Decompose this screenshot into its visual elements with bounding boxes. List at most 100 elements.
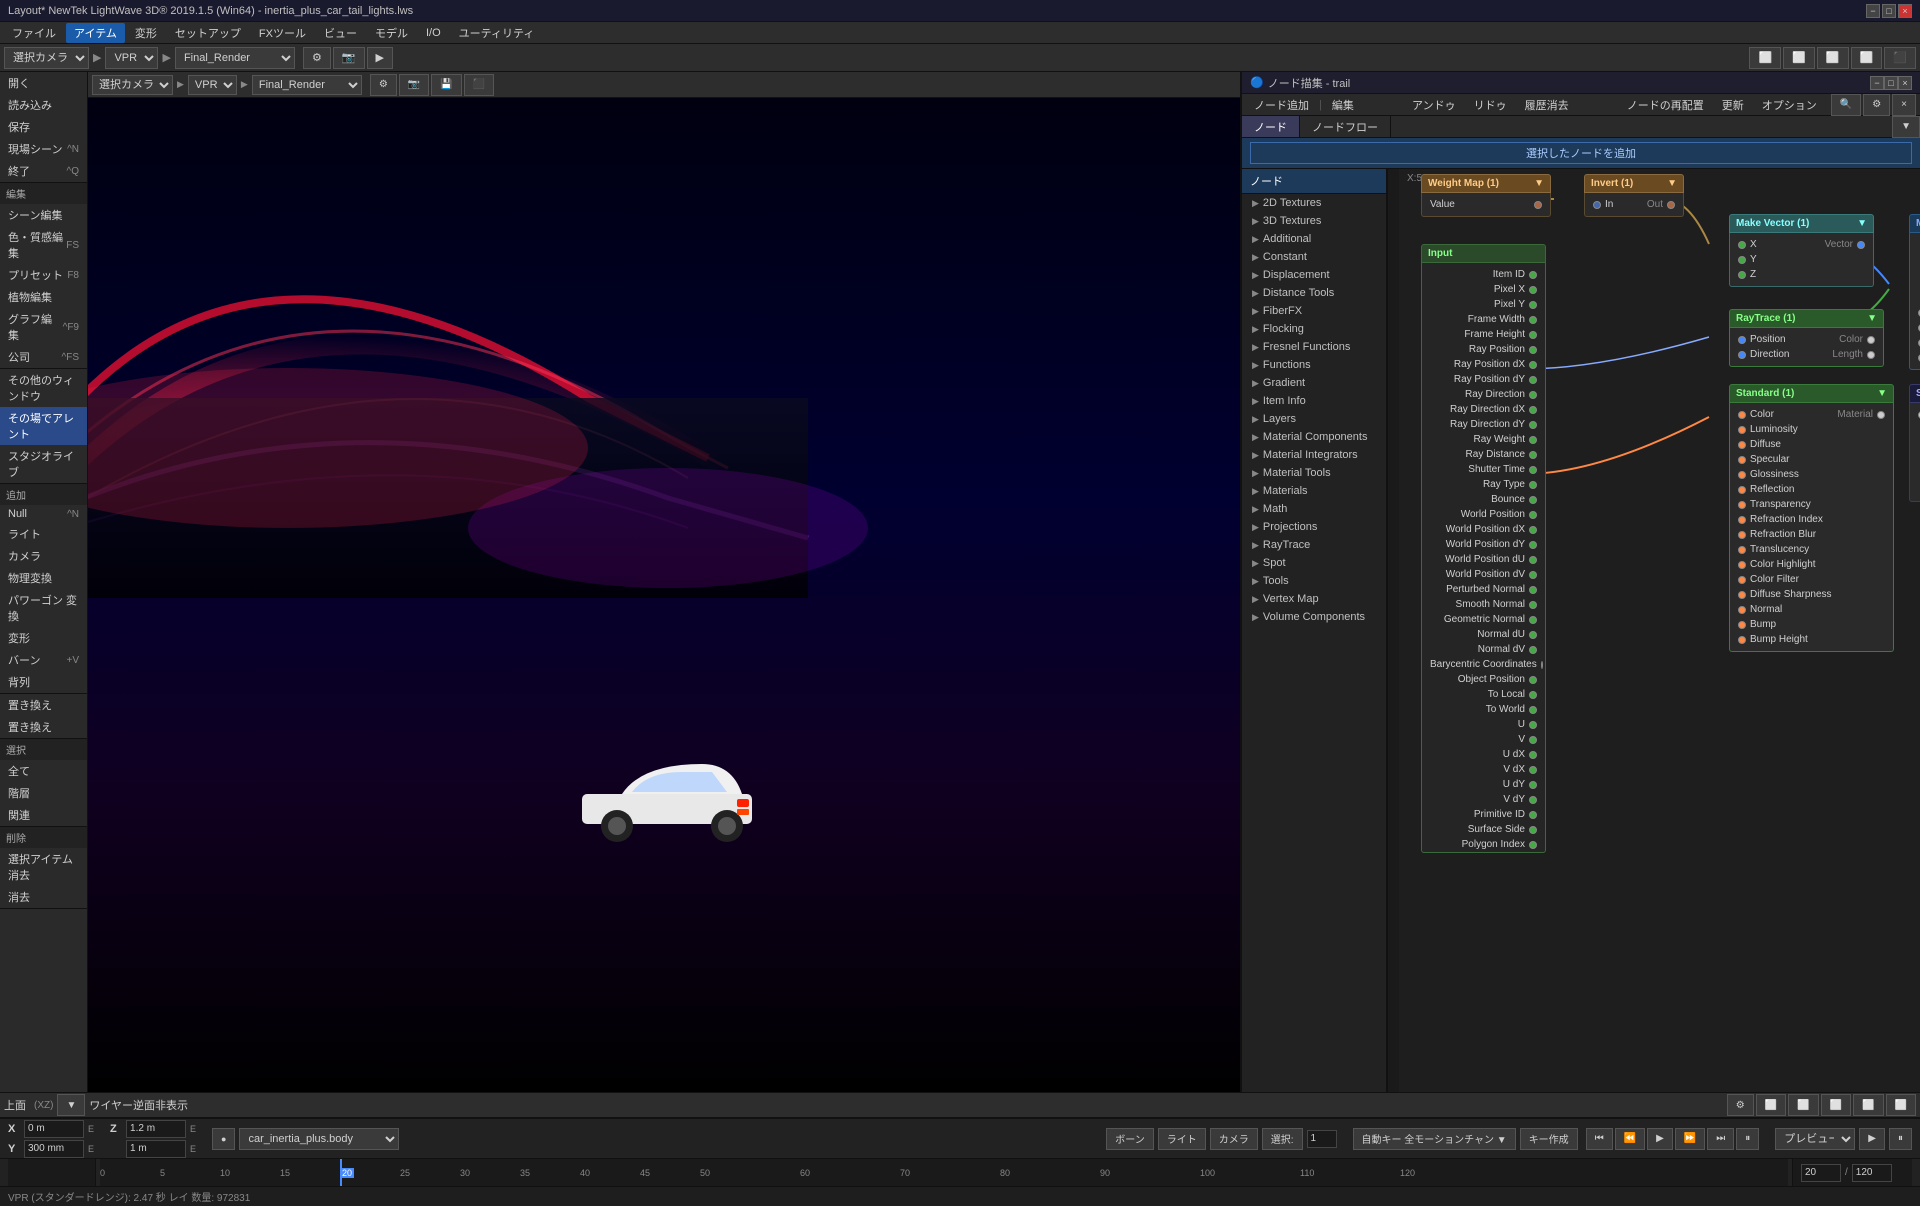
invert-in-port[interactable] <box>1593 201 1601 209</box>
node-cat-2dtex[interactable]: ▶2D Textures <box>1242 194 1386 212</box>
menu-file[interactable]: ファイル <box>4 23 64 43</box>
preview-play-btn[interactable]: ▶ <box>1859 1128 1885 1150</box>
key-create-btn[interactable]: キー作成 <box>1520 1128 1578 1150</box>
frame-input[interactable] <box>1801 1164 1841 1182</box>
upper-wireframe-btn[interactable]: ▼ <box>57 1094 85 1116</box>
upper-tb2[interactable]: ⬜ <box>1756 1094 1786 1116</box>
node-cat-gradient[interactable]: ▶Gradient <box>1242 374 1386 392</box>
standard-spec-in[interactable] <box>1738 456 1746 464</box>
node-cat-additional[interactable]: ▶Additional <box>1242 230 1386 248</box>
sidebar-column[interactable]: 背列 <box>0 671 87 693</box>
node-cat-matcomp[interactable]: ▶Material Components <box>1242 428 1386 446</box>
node-menu-clear-history[interactable]: 履歴消去 <box>1517 95 1577 115</box>
surface-node[interactable]: Surface ▼ Material Material Normal <box>1909 384 1920 502</box>
standard-gloss-in[interactable] <box>1738 471 1746 479</box>
standard-cfilt-in[interactable] <box>1738 576 1746 584</box>
sidebar-open[interactable]: 開く <box>0 72 87 94</box>
camera-select[interactable]: 選択カメラ <box>4 47 89 69</box>
node-menu-edit[interactable]: 編集 <box>1324 95 1362 115</box>
make-vector-y-port[interactable] <box>1738 256 1746 264</box>
node-cat-layers[interactable]: ▶Layers <box>1242 410 1386 428</box>
viewport-camera-select[interactable]: 選択カメラ <box>92 75 173 95</box>
standard-diff-in[interactable] <box>1738 441 1746 449</box>
node-cat-mattools[interactable]: ▶Material Tools <box>1242 464 1386 482</box>
sidebar-camera[interactable]: カメラ <box>0 545 87 567</box>
node-tab-expand[interactable]: ▼ <box>1892 116 1920 138</box>
standard-lum-in[interactable] <box>1738 426 1746 434</box>
select-btn[interactable]: 選択: <box>1262 1128 1303 1150</box>
sidebar-light[interactable]: ライト <box>0 523 87 545</box>
raytrace-color-out[interactable] <box>1867 336 1875 344</box>
preview-pause-btn[interactable]: ⏸ <box>1889 1128 1912 1150</box>
node-menu-refresh[interactable]: 更新 <box>1714 95 1752 115</box>
upper-tb6[interactable]: ⬜ <box>1886 1094 1916 1116</box>
upper-tb3[interactable]: ⬜ <box>1788 1094 1818 1116</box>
standard-refidx-in[interactable] <box>1738 516 1746 524</box>
vp-save-btn[interactable]: 💾 <box>431 74 461 96</box>
node-cat-tools[interactable]: ▶Tools <box>1242 572 1386 590</box>
surface-header[interactable]: Surface ▼ <box>1909 384 1920 403</box>
viewport-render-select[interactable]: Final_Render <box>252 75 362 95</box>
render-camera-btn[interactable]: 📷 <box>333 47 365 69</box>
node-cat-constant[interactable]: ▶Constant <box>1242 248 1386 266</box>
make-vector-node[interactable]: Make Vector (1) ▼ X Vector Y <box>1729 214 1874 287</box>
viewport-vpr-select[interactable]: VPR <box>188 75 237 95</box>
make-vector-vector-port[interactable] <box>1857 241 1865 249</box>
node-canvas[interactable]: X:52 Y:103 Zoom:100% <box>1399 169 1920 1092</box>
axis-z-input[interactable] <box>126 1120 186 1138</box>
play-loop-btn[interactable]: ⏸ <box>1736 1128 1759 1150</box>
mixer-header[interactable]: Mixer (1) ▼ <box>1909 214 1920 233</box>
vpr-select[interactable]: VPR <box>105 47 158 69</box>
node-editor-close[interactable]: × <box>1898 76 1912 90</box>
standard-norm-in[interactable] <box>1738 606 1746 614</box>
sidebar-color-edit[interactable]: 色・質感編集FS <box>0 226 87 264</box>
sidebar-delete-selected[interactable]: 選択アイテム消去 <box>0 848 87 886</box>
node-cat-fresnel[interactable]: ▶Fresnel Functions <box>1242 338 1386 356</box>
node-cat-volcomp[interactable]: ▶Volume Components <box>1242 608 1386 626</box>
node-editor-maximize[interactable]: □ <box>1884 76 1898 90</box>
sidebar-deform[interactable]: 変形 <box>0 627 87 649</box>
sidebar-agent-item[interactable]: その場でアレント <box>0 407 87 445</box>
node-cat-functions[interactable]: ▶Functions <box>1242 356 1386 374</box>
sidebar-scene-edit[interactable]: シーン編集 <box>0 204 87 226</box>
standard-bump-in[interactable] <box>1738 621 1746 629</box>
upper-tb5[interactable]: ⬜ <box>1853 1094 1883 1116</box>
invert-node[interactable]: Invert (1) ▼ In Out <box>1584 174 1684 217</box>
standard-header[interactable]: Standard (1) ▼ <box>1729 384 1894 403</box>
standard-transp-in[interactable] <box>1738 501 1746 509</box>
tb-btn2[interactable]: ⬜ <box>1783 47 1815 69</box>
sidebar-save[interactable]: 保存 <box>0 116 87 138</box>
standard-refblur-in[interactable] <box>1738 531 1746 539</box>
make-vector-header[interactable]: Make Vector (1) ▼ <box>1729 214 1874 233</box>
item-anim-btn[interactable]: ● <box>212 1128 235 1150</box>
light-btn[interactable]: ライト <box>1158 1128 1206 1150</box>
tb-btn1[interactable]: ⬜ <box>1749 47 1781 69</box>
play-next-btn[interactable]: ⏩ <box>1675 1128 1705 1150</box>
preview-select[interactable]: プレビュー <box>1775 1128 1855 1150</box>
node-cat-distance[interactable]: ▶Distance Tools <box>1242 284 1386 302</box>
sidebar-studio-live[interactable]: スタジオライブ <box>0 445 87 483</box>
standard-node[interactable]: Standard (1) ▼ Color Material Luminosity <box>1729 384 1894 652</box>
sidebar-company[interactable]: 公司^FS <box>0 346 87 368</box>
tab-node[interactable]: ノード <box>1242 116 1300 137</box>
tb-btn3[interactable]: ⬜ <box>1817 47 1849 69</box>
standard-refl-in[interactable] <box>1738 486 1746 494</box>
sidebar-powergon[interactable]: パワーゴン 変換 <box>0 589 87 627</box>
vp-camera-btn[interactable]: 📷 <box>399 74 429 96</box>
node-cat-raytrace[interactable]: ▶RayTrace <box>1242 536 1386 554</box>
scene-viewport[interactable] <box>88 98 1240 1092</box>
autokey-select[interactable]: 自動キー 全モーションチャン ▼ <box>1353 1128 1516 1150</box>
raytrace-header[interactable]: RayTrace (1) ▼ <box>1729 309 1884 328</box>
node-cat-fiberfx[interactable]: ▶FiberFX <box>1242 302 1386 320</box>
standard-dsharp-in[interactable] <box>1738 591 1746 599</box>
node-menu-redo[interactable]: リドゥ <box>1466 95 1515 115</box>
minimize-button[interactable]: − <box>1866 4 1880 18</box>
sidebar-select-related[interactable]: 関連 <box>0 804 87 826</box>
sidebar-physics[interactable]: 物理変換 <box>0 567 87 589</box>
raytrace-direction-in[interactable] <box>1738 351 1746 359</box>
node-cat-math[interactable]: ▶Math <box>1242 500 1386 518</box>
weight-map-value-port[interactable] <box>1534 201 1542 209</box>
timeline-track[interactable]: 0 5 10 15 20 25 30 35 40 45 50 60 70 80 … <box>100 1159 1788 1186</box>
play-btn[interactable]: ▶ <box>1647 1128 1673 1150</box>
sidebar-quit[interactable]: 終了^Q <box>0 160 87 182</box>
